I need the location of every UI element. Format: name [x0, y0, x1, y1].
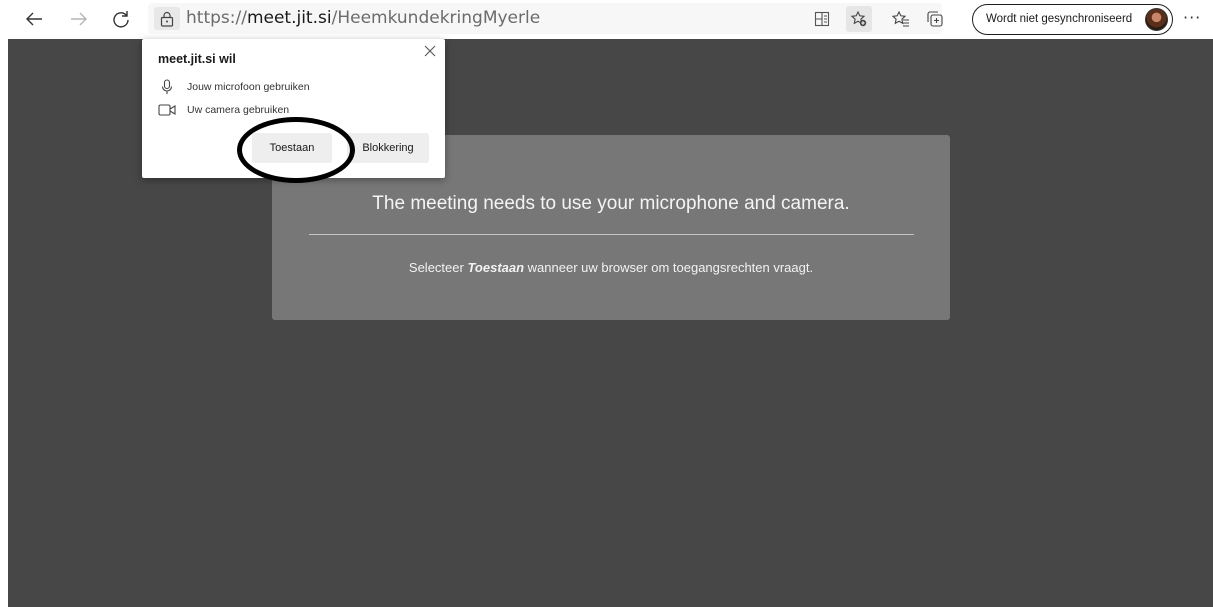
- sync-status-label: Wordt niet gesynchroniseerd: [986, 13, 1133, 25]
- popup-title: meet.jit.si wil: [158, 52, 236, 66]
- collections-icon[interactable]: [922, 6, 948, 32]
- microphone-icon: [158, 79, 176, 95]
- dialog-divider: [309, 234, 914, 235]
- lock-icon[interactable]: [154, 7, 180, 30]
- more-options-button[interactable]: ···: [1183, 8, 1201, 27]
- dialog-title: The meeting needs to use your microphone…: [372, 193, 850, 214]
- block-button[interactable]: Blokkering: [347, 133, 429, 163]
- browser-toolbar: https://meet.jit.si/HeemkundekringMyerle…: [0, 0, 1213, 39]
- camera-permission-label: Uw camera gebruiken: [187, 104, 290, 116]
- microphone-permission-label: Jouw microfoon gebruiken: [187, 81, 310, 93]
- instructions-emphasis: Toestaan: [467, 260, 525, 275]
- instructions-prefix: Selecteer: [408, 260, 468, 275]
- microphone-permission-row: Jouw microfoon gebruiken: [158, 78, 310, 96]
- url-path: /HeemkundekringMyerle: [331, 8, 541, 28]
- reader-view-icon[interactable]: [809, 6, 835, 32]
- refresh-icon[interactable]: [108, 6, 134, 32]
- permission-popup: meet.jit.si wil Jouw microfoon gebruiken…: [142, 39, 445, 178]
- sync-profile-button[interactable]: Wordt niet gesynchroniseerd: [972, 4, 1173, 35]
- back-arrow-icon[interactable]: [21, 6, 47, 32]
- favorites-icon[interactable]: [888, 6, 914, 32]
- instructions-suffix: wanneer uw browser om toegangsrechten vr…: [524, 260, 814, 275]
- avatar: [1145, 8, 1168, 31]
- url-text[interactable]: https://meet.jit.si/HeemkundekringMyerle: [186, 8, 540, 29]
- url-host: meet.jit.si: [246, 8, 332, 28]
- add-favorite-icon[interactable]: [846, 6, 872, 32]
- camera-permission-row: Uw camera gebruiken: [158, 101, 289, 119]
- close-icon[interactable]: [422, 43, 438, 59]
- dialog-instructions: Selecteer Toestaan wanneer uw browser om…: [272, 260, 950, 275]
- camera-icon: [158, 102, 176, 118]
- forward-arrow-icon[interactable]: [66, 6, 92, 32]
- allow-button[interactable]: Toestaan: [252, 133, 332, 163]
- url-prefix: https://: [186, 8, 247, 28]
